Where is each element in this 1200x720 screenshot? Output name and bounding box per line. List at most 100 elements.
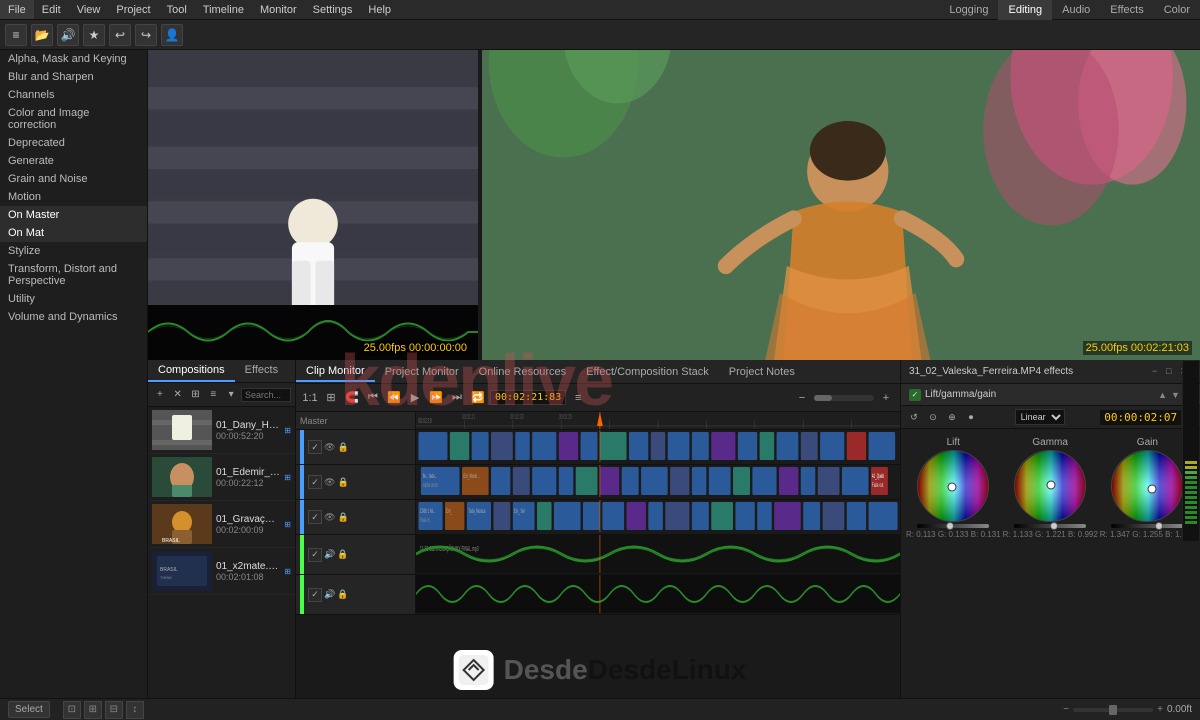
status-view-btn[interactable]: ⊟ [105,701,123,719]
track-v3-check[interactable]: ✓ [308,475,322,489]
snap-btn[interactable]: 🧲 [343,389,361,407]
rp-paste-btn[interactable]: ⊕ [944,409,960,425]
prev-btn[interactable]: ⏮ [364,389,382,407]
track-a2-check[interactable]: ✓ [308,588,322,602]
open-file-btn[interactable]: 📂 [31,24,53,46]
bins-grid-btn[interactable]: ⊞ [188,386,204,404]
menu-edit[interactable]: Edit [34,0,69,19]
menu-tool[interactable]: Tool [159,0,195,19]
menu-monitor[interactable]: Monitor [252,0,305,19]
bins-filter-btn[interactable]: ▾ [223,386,239,404]
select-btn[interactable]: Select [8,701,50,718]
bin-item-1[interactable]: 01_Edemir_Levanta da... 00:00:22:12 ⊞ [148,454,295,501]
effect-blur[interactable]: Blur and Sharpen [0,68,147,86]
menu-timeline[interactable]: Timeline [195,0,252,19]
effect-volume[interactable]: Volume and Dynamics [0,308,147,326]
tab-audio[interactable]: Audio [1052,0,1100,20]
track-v2-eye[interactable]: 👁 [324,512,335,523]
rp-timecode[interactable]: 00:00:02:07 [1100,410,1181,425]
effect-color[interactable]: Color and Image correction [0,104,147,134]
gamma-color-wheel[interactable] [1014,450,1086,522]
gamma-slider[interactable] [1014,524,1086,528]
effect-down-btn[interactable]: ▼ [1171,390,1180,400]
rp-interpolation-select[interactable]: Linear [1015,409,1065,425]
menu-file[interactable]: File [0,0,34,19]
lift-slider[interactable] [917,524,989,528]
more-btn[interactable]: ≡ [569,389,587,407]
effect-on-master[interactable]: On Master [0,206,147,224]
effect-enable-btn[interactable]: ✓ [909,389,921,401]
menu-icon[interactable]: ≡ [5,24,27,46]
star-btn[interactable]: ★ [83,24,105,46]
tab-effect-stack[interactable]: Effect/Composition Stack [576,363,719,381]
status-tool-btn[interactable]: ⊞ [84,701,102,719]
next-btn[interactable]: ⏭ [448,389,466,407]
track-a1-check[interactable]: ✓ [308,548,322,562]
tab-editing[interactable]: Editing [998,0,1052,20]
track-v2-check[interactable]: ✓ [308,510,322,524]
effect-on-mat[interactable]: On Mat [0,224,147,242]
bins-list-btn[interactable]: ≡ [205,386,221,404]
zoom-minus-icon[interactable]: − [1063,704,1069,715]
effect-up-btn[interactable]: ▲ [1158,390,1167,400]
effect-grain[interactable]: Grain and Noise [0,170,147,188]
zoom-in-btn[interactable]: + [877,389,895,407]
track-v4-lock[interactable]: 🔒 [337,442,348,453]
tab-logging[interactable]: Logging [939,0,998,20]
track-v4-check[interactable]: ✓ [308,440,322,454]
track-a2-lock[interactable]: 🔒 [337,589,348,600]
track-a1-mute[interactable]: 🔊 [324,549,335,560]
track-v4-eye[interactable]: 👁 [324,442,335,453]
effect-channels[interactable]: Channels [0,86,147,104]
track-a1-lock[interactable]: 🔒 [337,549,348,560]
track-v2-lock[interactable]: 🔒 [337,512,348,523]
zoom-slider[interactable] [1073,708,1153,712]
effect-motion[interactable]: Motion [0,188,147,206]
tab-online-resources[interactable]: Online Resources [469,363,576,381]
rp-copy-btn[interactable]: ⊙ [925,409,941,425]
bins-search-input[interactable] [241,388,291,402]
status-snap-btn[interactable]: ⊡ [63,701,81,719]
track-a2-mute[interactable]: 🔊 [324,589,335,600]
audio-btn[interactable]: 🔊 [57,24,79,46]
tab-project-notes[interactable]: Project Notes [719,363,805,381]
bin-item-3[interactable]: BRASIL THINK 01_x2mate.com-Brasil... 00:… [148,548,295,595]
menu-help[interactable]: Help [360,0,399,19]
undo-btn[interactable]: ↩ [109,24,131,46]
tab-compositions[interactable]: Compositions [148,360,235,382]
zoom-out-btn[interactable]: − [793,389,811,407]
rw-btn[interactable]: ⏪ [385,389,403,407]
rp-minimize[interactable]: − [1152,366,1164,378]
tab-project-monitor[interactable]: Project Monitor [375,363,469,381]
effect-stylize[interactable]: Stylize [0,242,147,260]
effect-alpha[interactable]: Alpha, Mask and Keying [0,50,147,68]
effect-deprecated[interactable]: Deprecated [0,134,147,152]
bin-item-2[interactable]: BRASIL 01_Gravação_Musica_C... 00:02:00:… [148,501,295,548]
zoom-plus-icon[interactable]: + [1157,704,1163,715]
menu-view[interactable]: View [69,0,109,19]
tab-effects[interactable]: Effects [1100,0,1153,20]
effect-utility[interactable]: Utility [0,290,147,308]
effect-generate[interactable]: Generate [0,152,147,170]
gain-slider[interactable] [1111,524,1183,528]
rp-reset-btn[interactable]: ↺ [906,409,922,425]
menu-settings[interactable]: Settings [305,0,361,19]
track-v3-eye[interactable]: 👁 [324,477,335,488]
status-fit-btn[interactable]: ↕ [126,701,144,719]
fit-btn[interactable]: ⊞ [322,389,340,407]
redo-btn[interactable]: ↪ [135,24,157,46]
bin-item-0[interactable]: 01_Dany_Hey_Vc_AI.MP... 00:00:52:20 ⊞ [148,407,295,454]
tab-effects-bin[interactable]: Effects [235,360,288,382]
user-btn[interactable]: 👤 [161,24,183,46]
lift-color-wheel[interactable] [917,450,989,522]
rp-record-btn[interactable]: ⏺ [963,409,979,425]
menu-project[interactable]: Project [108,0,158,19]
bins-delete-btn[interactable]: ✕ [170,386,186,404]
timeline-timecode[interactable]: 00:02:21:83 [490,390,566,405]
track-v3-lock[interactable]: 🔒 [337,477,348,488]
tab-color[interactable]: Color [1154,0,1200,20]
rp-maximize[interactable]: □ [1166,366,1178,378]
bins-add-btn[interactable]: + [152,386,168,404]
effect-transform[interactable]: Transform, Distort and Perspective [0,260,147,290]
zoom-btn[interactable]: 1:1 [301,389,319,407]
